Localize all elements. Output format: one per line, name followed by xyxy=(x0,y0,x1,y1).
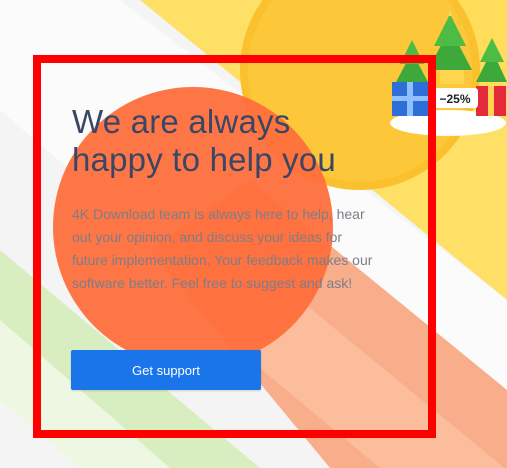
title-line-1: We are always xyxy=(72,103,291,140)
support-hero: We are always happy to help you 4K Downl… xyxy=(72,103,392,295)
title-line-2: happy to help you xyxy=(72,141,336,178)
page-title: We are always happy to help you xyxy=(72,103,392,179)
promo-discount-label: −25% xyxy=(439,92,470,106)
get-support-button[interactable]: Get support xyxy=(71,350,261,390)
support-description: 4K Download team is always here to help,… xyxy=(72,206,373,291)
